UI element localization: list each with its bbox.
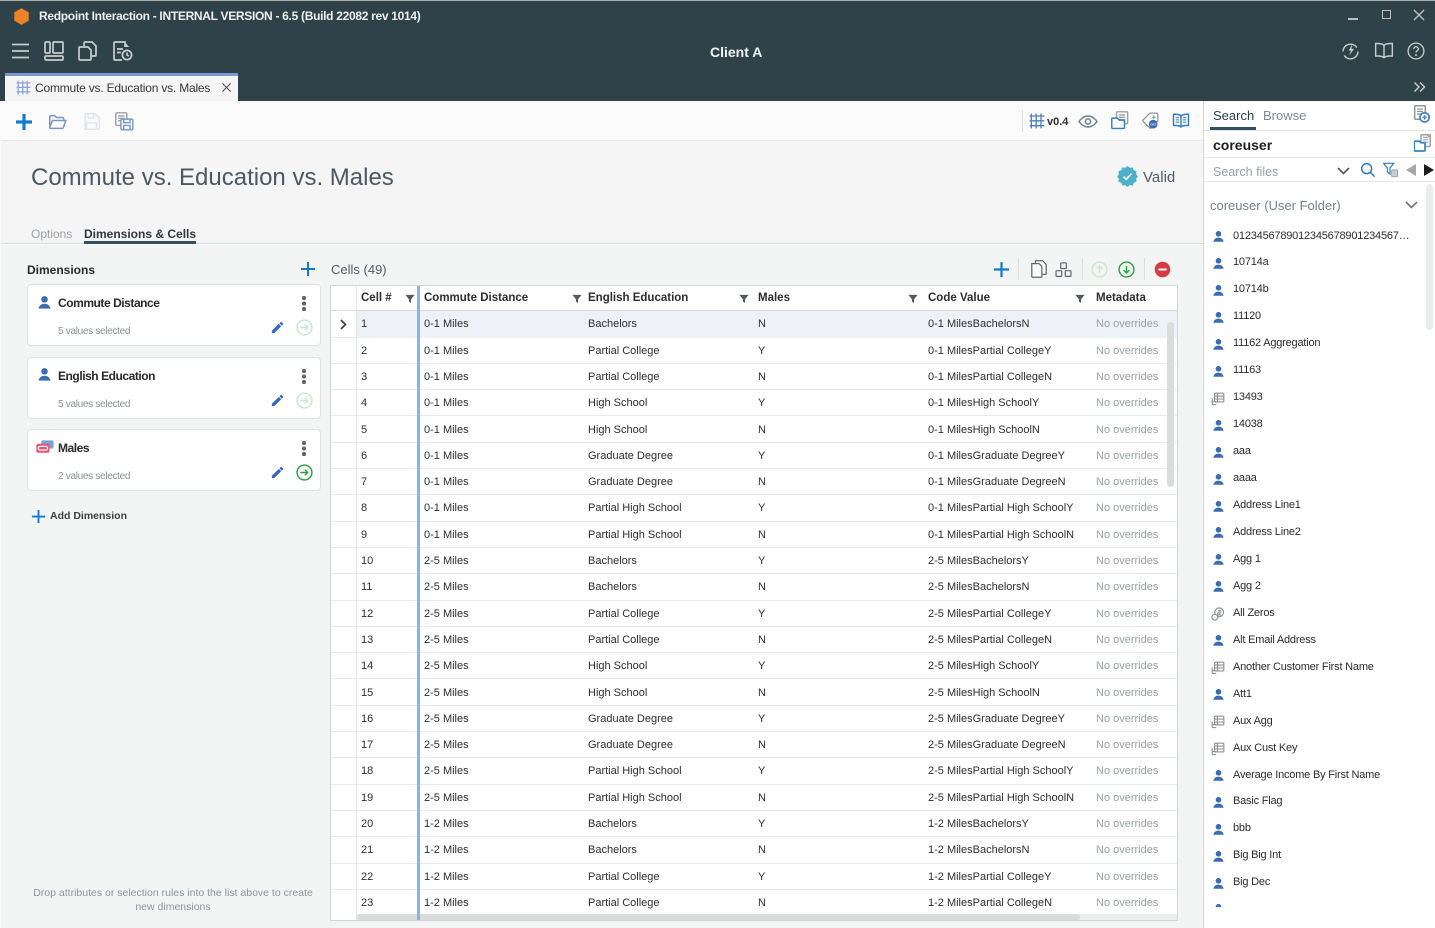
svg-text:GO: GO bbox=[1150, 122, 1156, 127]
